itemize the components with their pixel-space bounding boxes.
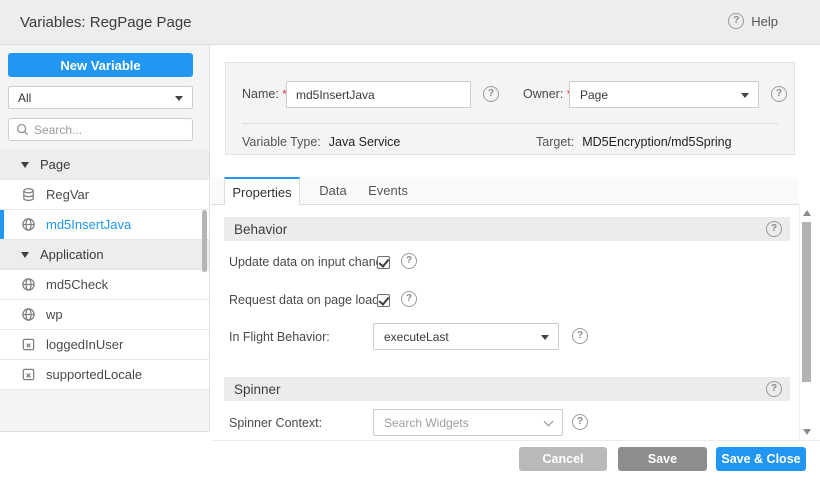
variable-summary-form: Name: * ? Owner: * Page ? Variable Type:… [225,62,795,155]
content-scrollbar-thumb[interactable] [802,222,811,382]
tree-item-regvar[interactable]: RegVar [0,180,209,210]
database-icon [21,187,36,202]
behavior-section-title: Behavior [234,222,287,237]
update-data-label: Update data on input change [229,255,390,269]
variable-filter-value: All [18,91,31,105]
spinner-context-placeholder: Search Widgets [384,416,469,430]
in-flight-value: executeLast [384,330,449,344]
tree-item-loggedinuser[interactable]: loggedInUser [0,330,209,360]
chevron-down-icon [541,335,549,340]
tree-item-wp[interactable]: wp [0,300,209,330]
owner-select[interactable]: Page [569,81,759,108]
properties-tab-panel: Behavior ? Update data on input change ?… [211,205,799,440]
tree-item-md5check[interactable]: md5Check [0,270,209,300]
help-label: Help [751,14,778,29]
spinner-context-label: Spinner Context: [229,416,322,430]
tree-item-label: wp [46,307,63,322]
save-button[interactable]: Save [618,447,707,471]
spinner-context-help-icon[interactable]: ? [572,414,588,430]
tree-item-label: supportedLocale [46,367,142,382]
name-label: Name: * [242,87,287,101]
tree-group-label: Page [40,157,70,172]
dialog-header: Variables: RegPage Page ? Help [0,0,820,45]
service-icon [21,307,36,322]
tree-item-label: loggedInUser [46,337,123,352]
tree-group-label: Application [40,247,104,262]
update-data-row: Update data on input change ? [229,255,789,269]
tree-item-label: RegVar [46,187,89,202]
spinner-context-row: Spinner Context: Search Widgets ? [229,409,789,437]
target-value: MD5Encryption/md5Spring [582,135,731,149]
in-flight-label: In Flight Behavior: [229,330,330,344]
help-button[interactable]: ? Help [728,13,778,29]
owner-value: Page [580,88,608,102]
owner-label: Owner: * [523,87,571,101]
behavior-help-icon[interactable]: ? [766,221,782,237]
search-input[interactable] [34,123,185,137]
dialog-footer: Cancel Save Save & Close [211,440,820,487]
spinner-context-combobox[interactable]: Search Widgets [373,409,563,436]
request-data-row: Request data on page load ? [229,293,789,307]
tab-data[interactable]: Data [313,177,353,205]
collapse-arrow-icon[interactable] [21,252,29,258]
update-data-help-icon[interactable]: ? [401,253,417,269]
search-icon [16,123,29,136]
chevron-down-icon [741,93,749,98]
variable-detail-panel: Name: * ? Owner: * Page ? Variable Type:… [211,45,820,487]
content-scrollbar [799,205,813,440]
request-data-help-icon[interactable]: ? [401,291,417,307]
variable-icon [21,367,36,382]
cancel-button[interactable]: Cancel [519,447,607,471]
tree-group-application[interactable]: Application [0,240,209,270]
scroll-down-arrow-icon[interactable] [803,429,811,435]
owner-help-icon[interactable]: ? [771,86,787,102]
tree-item-supportedlocale[interactable]: supportedLocale [0,360,209,390]
tab-bar: Properties Data Events [211,177,799,205]
tree-item-label: md5Check [46,277,108,292]
name-field[interactable] [286,81,471,108]
target-label: Target: [536,135,574,149]
chevron-down-icon [175,96,183,101]
in-flight-row: In Flight Behavior: executeLast ? [229,323,789,351]
tree-item-label: md5InsertJava [46,217,131,232]
variable-icon [21,337,36,352]
tree-item-md5insertjava[interactable]: md5InsertJava [0,210,209,240]
spinner-help-icon[interactable]: ? [766,381,782,397]
target: Target: MD5Encryption/md5Spring [536,135,732,149]
help-icon: ? [728,13,744,29]
variable-search [8,118,193,141]
spinner-section-title: Spinner [234,382,281,397]
form-divider [242,123,778,124]
new-variable-button[interactable]: New Variable [8,53,193,77]
behavior-section-header: Behavior ? [224,217,790,241]
variable-tree: Page RegVar md5InsertJava Application md… [0,150,209,390]
chevron-down-icon [544,417,554,427]
save-and-close-button[interactable]: Save & Close [716,447,806,471]
service-icon [21,217,36,232]
tab-properties[interactable]: Properties [224,177,300,206]
variable-filter-select[interactable]: All [8,86,193,109]
variables-sidebar: New Variable All Page RegVar md5InsertJa… [0,45,210,432]
page-title: Variables: RegPage Page [20,0,192,45]
service-icon [21,277,36,292]
in-flight-select[interactable]: executeLast [373,323,559,350]
name-help-icon[interactable]: ? [483,86,499,102]
request-data-label: Request data on page load [229,293,379,307]
variable-type-label: Variable Type: [242,135,321,149]
tree-group-page[interactable]: Page [0,150,209,180]
in-flight-help-icon[interactable]: ? [572,328,588,344]
spinner-section-header: Spinner ? [224,377,790,401]
variable-type: Variable Type: Java Service [242,135,400,149]
tab-events[interactable]: Events [363,177,413,205]
collapse-arrow-icon[interactable] [21,162,29,168]
variable-type-value: Java Service [329,135,401,149]
scroll-up-arrow-icon[interactable] [803,210,811,216]
sidebar-scrollbar-thumb[interactable] [202,210,207,272]
update-data-checkbox[interactable] [377,256,390,269]
request-data-checkbox[interactable] [377,294,390,307]
